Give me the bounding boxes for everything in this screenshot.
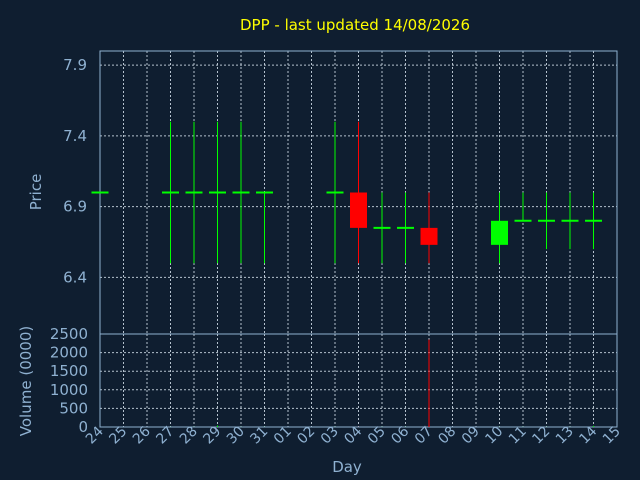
price-tick-label: 7.9 xyxy=(63,56,87,74)
price-axis-label: Price xyxy=(27,174,45,211)
price-tick-label: 6.4 xyxy=(63,268,87,286)
x-tick-labels: 24 25 26 27 28 29 30 31 01 02 03 04 05 06 07 08 09 10 11 12… xyxy=(83,423,624,447)
price-tick-label: 7.4 xyxy=(63,127,87,145)
volume-tick-label: 1000 xyxy=(50,381,88,399)
volume-tick-label: 2000 xyxy=(50,344,88,362)
volume-tick-label: 2500 xyxy=(50,325,88,343)
volume-tick-labels: 05001000150020002500 xyxy=(50,325,88,436)
price-tick-labels: 6.4 6.9 7.4 7.9 xyxy=(63,56,87,286)
candle-body xyxy=(420,227,438,245)
candlestick-chart: DPP - last updated 14/08/2026 Price Volu… xyxy=(17,16,624,476)
volume-tick-label: 1500 xyxy=(50,362,88,380)
candle-body xyxy=(350,192,367,228)
chart-container: DPP - last updated 14/08/2026 Price Volu… xyxy=(0,0,640,480)
volume-axis-label: Volume (0000) xyxy=(17,326,35,436)
chart-title: DPP - last updated 14/08/2026 xyxy=(240,16,470,34)
candle-body xyxy=(491,220,508,245)
x-axis-label: Day xyxy=(332,458,362,476)
candles xyxy=(91,121,602,264)
volume-tick-label: 500 xyxy=(59,399,88,417)
price-tick-label: 6.9 xyxy=(63,198,87,216)
volume-gridlines xyxy=(100,334,617,427)
